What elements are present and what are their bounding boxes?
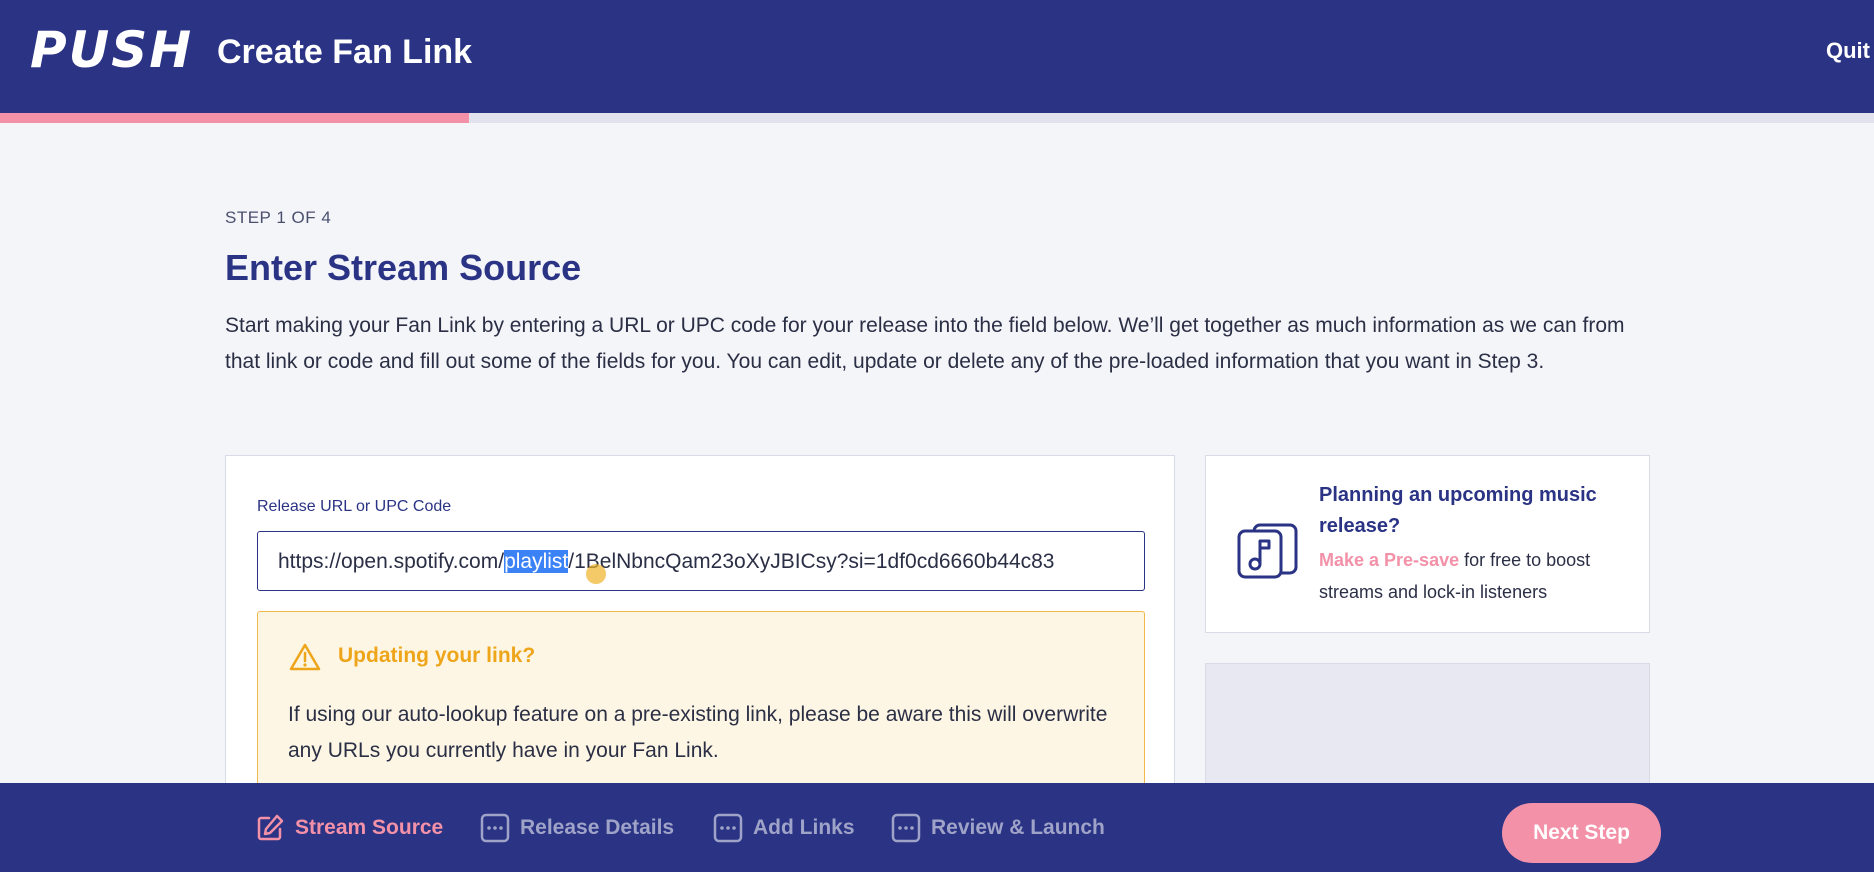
make-presave-link[interactable]: Make a Pre-save (1319, 550, 1459, 570)
placeholder-card (1205, 663, 1650, 803)
mouse-cursor-indicator (586, 564, 606, 584)
warning-text: If using our auto-lookup feature on a pr… (288, 703, 1108, 762)
presave-title: Planning an upcoming music release? (1319, 484, 1597, 537)
stream-source-card: Release URL or UPC Code https://open.spo… (225, 455, 1175, 811)
page-title: Enter Stream Source (225, 247, 582, 288)
page-header-title: Create Fan Link (217, 33, 473, 71)
presave-text: Make a Pre-save for free to boost stream… (1319, 544, 1629, 608)
nav-step-label: Review & Launch (931, 816, 1105, 839)
next-step-button[interactable]: Next Step (1502, 803, 1661, 863)
url-text-selected: playlist (504, 550, 569, 573)
push-logo[interactable]: PUSH (30, 22, 193, 78)
url-text-before: https://open.spotify.com/ (278, 550, 505, 573)
release-url-input[interactable]: https://open.spotify.com/playlist/1BelNb… (257, 531, 1145, 591)
intro-text: Start making your Fan Link by entering a… (225, 314, 1625, 373)
url-text-after: /1BelNbncQam23oXyJBICsy?si=1df0cd6660b44… (568, 550, 1055, 573)
footer-nav-bar: Stream Source Release Details Add Links … (0, 783, 1874, 872)
progress-bar (0, 113, 1874, 123)
nav-step-label: Stream Source (295, 816, 444, 839)
quit-button[interactable]: Quit (1826, 36, 1870, 66)
nav-step-label: Release Details (520, 816, 675, 839)
nav-step-review-launch[interactable]: Review & Launch (891, 808, 1105, 848)
more-icon (480, 813, 510, 843)
nav-step-stream-source[interactable]: Stream Source (255, 808, 443, 848)
more-icon (891, 813, 921, 843)
nav-step-release-details[interactable]: Release Details (480, 808, 674, 848)
warning-triangle-icon (289, 643, 321, 671)
edit-icon (257, 814, 284, 841)
app-header: PUSH Create Fan Link Quit (0, 0, 1874, 113)
presave-card: Planning an upcoming music release? Make… (1205, 455, 1650, 633)
warning-title: Updating your link? (338, 644, 536, 667)
warning-box: Updating your link? If using our auto-lo… (257, 611, 1145, 811)
url-field-label: Release URL or UPC Code (257, 498, 452, 515)
nav-step-label: Add Links (753, 816, 855, 839)
music-note-icon (1237, 523, 1298, 579)
progress-bar-fill (0, 113, 469, 123)
more-icon (713, 813, 743, 843)
step-indicator: STEP 1 OF 4 (225, 208, 332, 227)
nav-step-add-links[interactable]: Add Links (713, 808, 855, 848)
